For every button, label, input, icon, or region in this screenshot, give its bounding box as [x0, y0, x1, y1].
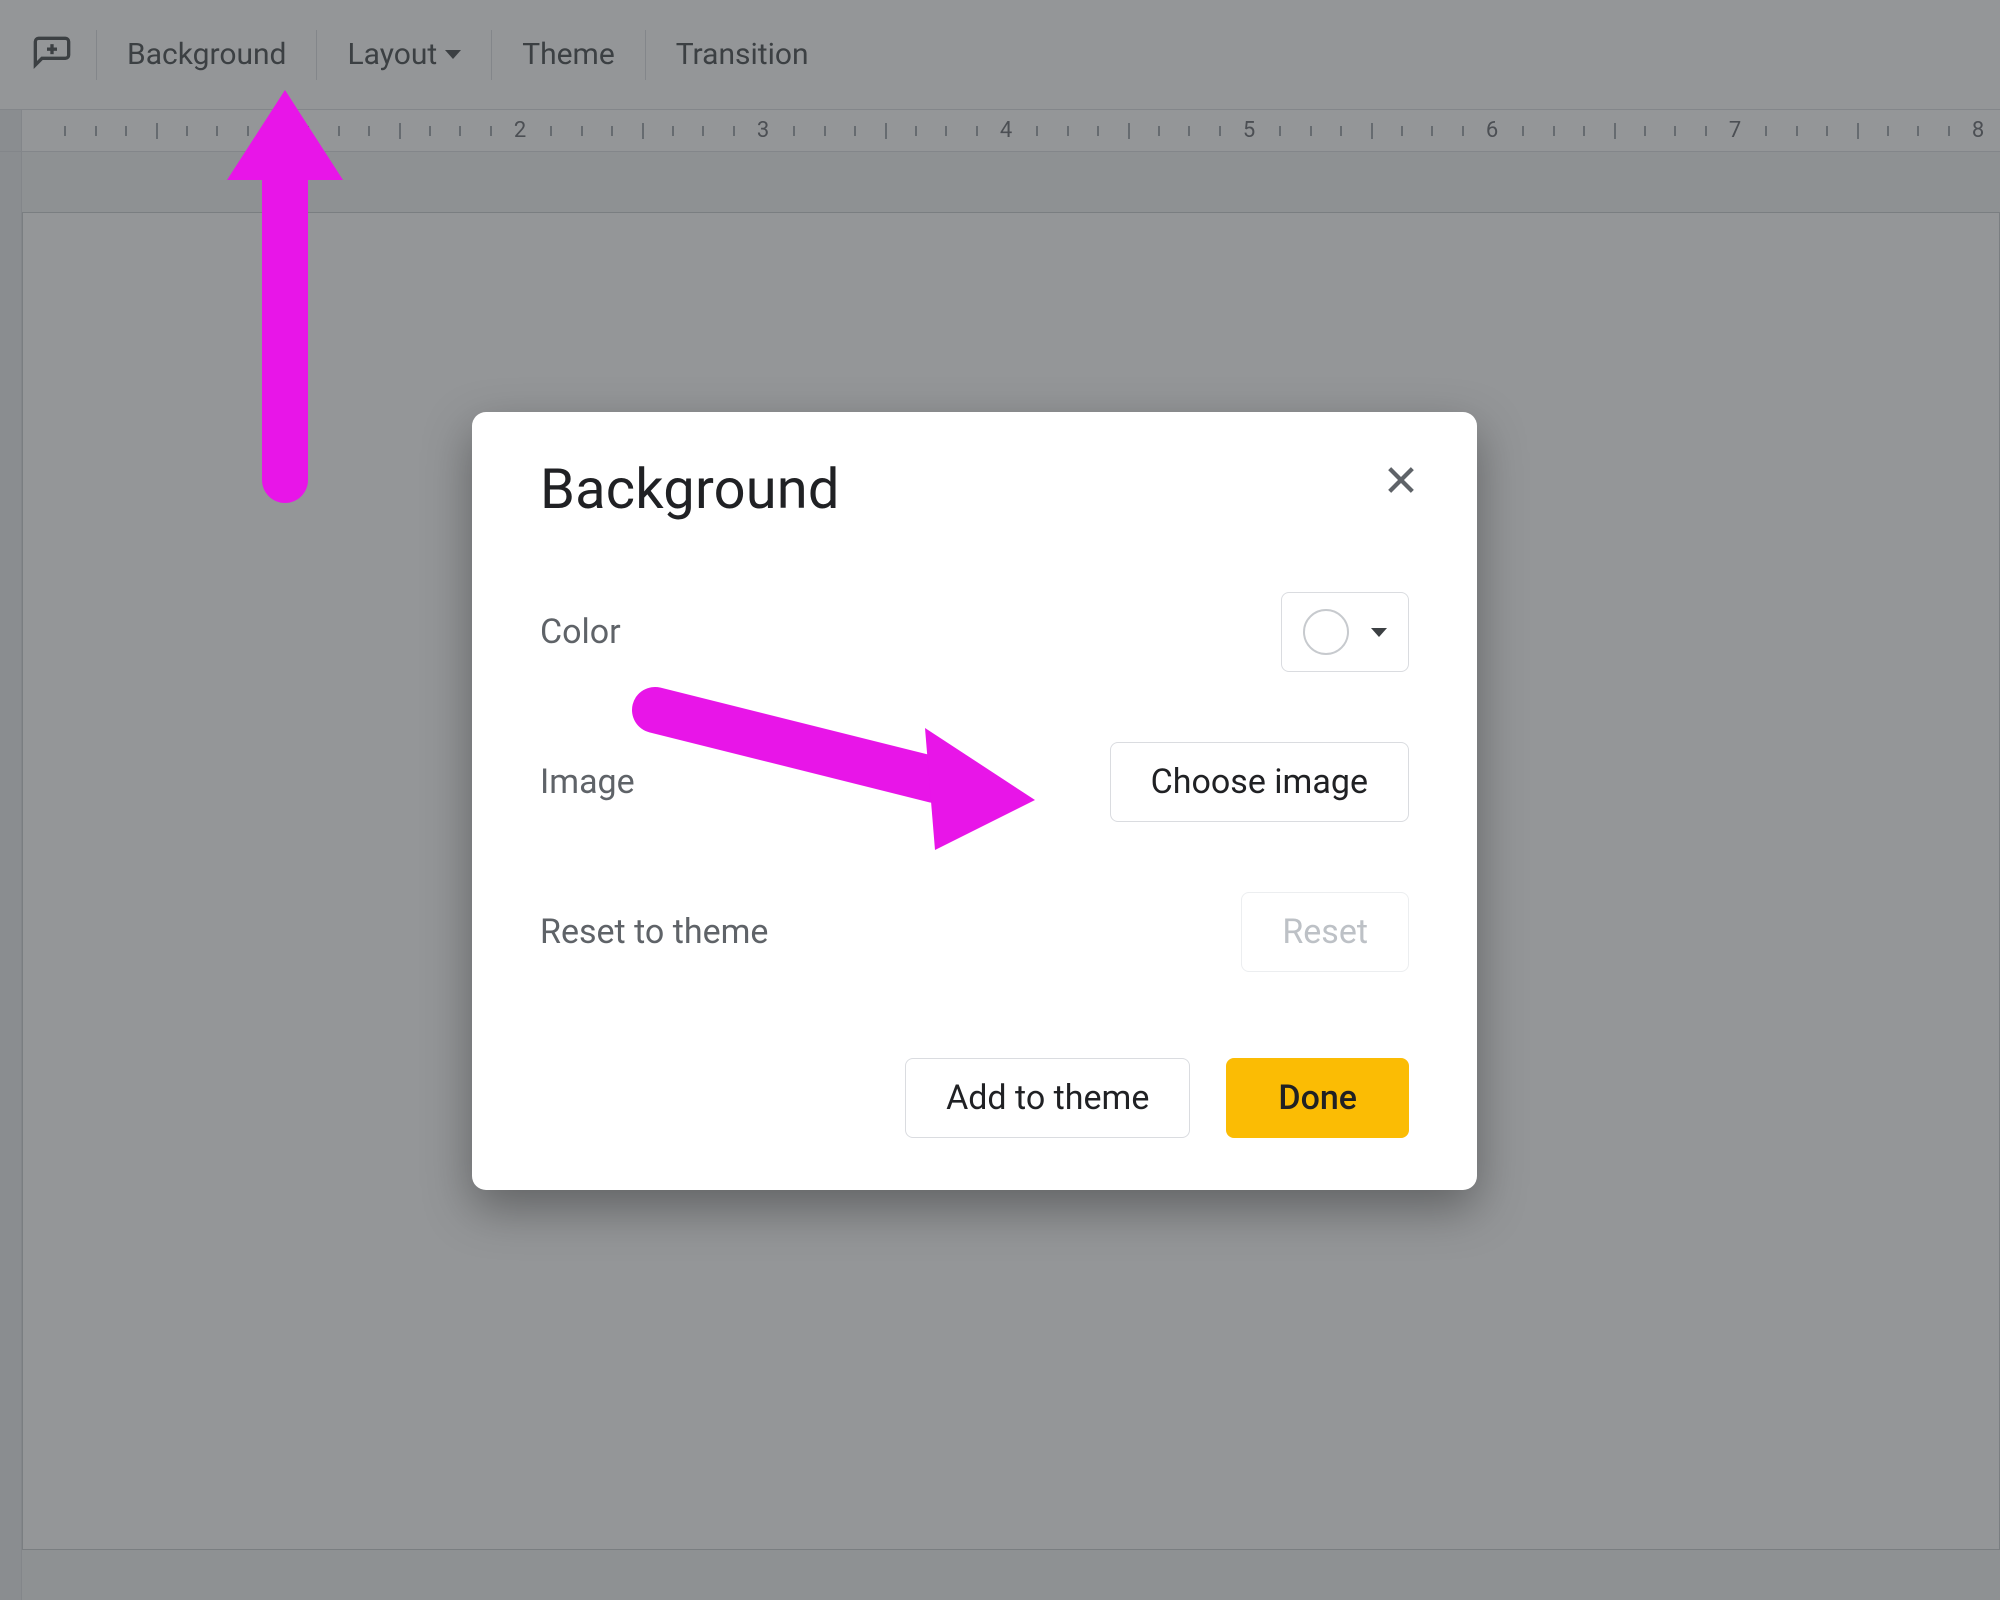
background-dialog: Background Color Image Choose image Rese…: [472, 412, 1477, 1190]
button-label: Choose image: [1151, 762, 1368, 802]
row-label: Color: [540, 612, 621, 652]
chevron-down-icon: [1371, 628, 1387, 637]
add-to-theme-button[interactable]: Add to theme: [905, 1058, 1190, 1138]
button-label: Done: [1278, 1078, 1357, 1118]
dialog-close-button[interactable]: [1377, 456, 1425, 504]
row-label: Reset to theme: [540, 912, 768, 952]
button-label: Add to theme: [946, 1078, 1149, 1118]
color-picker-button[interactable]: [1281, 592, 1409, 672]
row-label: Image: [540, 762, 635, 802]
color-row: Color: [540, 592, 1409, 672]
reset-row: Reset to theme Reset: [540, 892, 1409, 972]
done-button[interactable]: Done: [1226, 1058, 1409, 1138]
dialog-actions: Add to theme Done: [540, 1058, 1409, 1138]
reset-button[interactable]: Reset: [1241, 892, 1409, 972]
button-label: Reset: [1282, 912, 1368, 952]
image-row: Image Choose image: [540, 742, 1409, 822]
color-swatch-icon: [1303, 609, 1349, 655]
choose-image-button[interactable]: Choose image: [1110, 742, 1409, 822]
dialog-title: Background: [540, 456, 1409, 522]
close-icon: [1384, 463, 1418, 497]
